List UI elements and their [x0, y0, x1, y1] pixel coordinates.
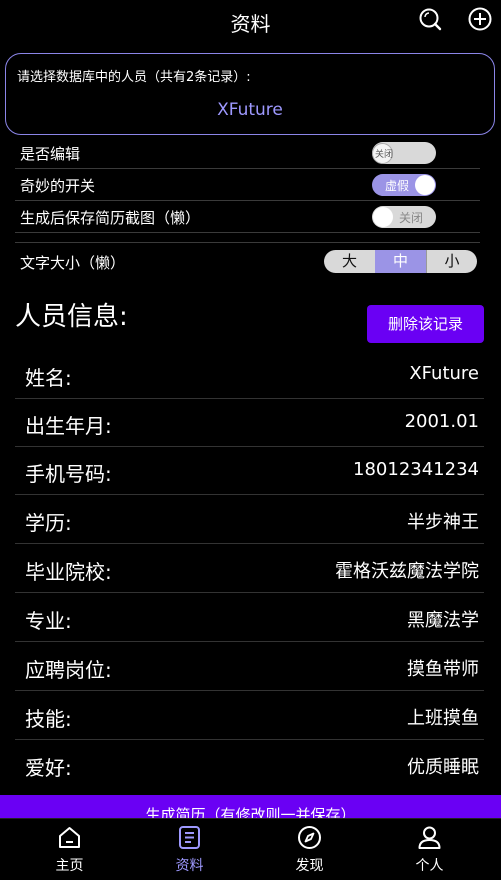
info-row-education: 学历: 半步神王: [15, 495, 484, 544]
info-value: 18012341234: [353, 459, 479, 480]
magic-toggle[interactable]: 虚假: [372, 174, 436, 196]
nav-label: 资料: [175, 858, 204, 874]
database-picker[interactable]: 请选择数据库中的人员（共有2条记录）: XFuture: [5, 53, 495, 135]
font-size-small[interactable]: 小: [426, 250, 477, 273]
toggle-text: 虚假: [385, 179, 410, 193]
toggle-knob: [415, 175, 435, 195]
info-row-birth: 出生年月: 2001.01: [15, 398, 484, 447]
info-key: 专业:: [25, 609, 72, 633]
font-size-segmented-control: 大 中 小: [324, 250, 477, 273]
nav-item-home[interactable]: 主页: [7, 819, 132, 880]
setting-row-save-screenshot: 生成后保存简历截图（懒） 关闭: [15, 201, 480, 233]
search-icon[interactable]: [417, 6, 443, 32]
info-key: 爱好:: [25, 756, 72, 780]
nav-item-discover[interactable]: 发现: [247, 819, 372, 880]
setting-row-edit: 是否编辑 关闭: [15, 137, 480, 169]
info-row-skills: 技能: 上班摸鱼: [15, 691, 484, 740]
header: 资料: [0, 0, 501, 46]
info-key: 出生年月:: [25, 414, 112, 438]
section-title: 人员信息:: [15, 302, 128, 332]
font-size-large[interactable]: 大: [324, 250, 375, 273]
info-row-major: 专业: 黑魔法学: [15, 593, 484, 642]
info-row-name: 姓名: XFuture: [15, 350, 484, 399]
info-key: 学历:: [25, 511, 72, 535]
info-value: 优质睡眠: [407, 757, 479, 778]
setting-label-save-screenshot: 生成后保存简历截图（懒）: [20, 209, 201, 227]
info-row-hobby: 爱好: 优质睡眠: [15, 740, 484, 789]
setting-label-magic: 奇妙的开关: [20, 177, 96, 195]
info-key: 毕业院校:: [25, 560, 112, 584]
setting-label-font-size: 文字大小（懒）: [20, 254, 126, 272]
font-size-medium[interactable]: 中: [375, 250, 426, 273]
bottom-nav: 主页 资料 发现 个人: [0, 818, 501, 879]
delete-record-button[interactable]: 删除该记录: [367, 305, 484, 343]
info-value: 黑魔法学: [407, 610, 479, 631]
info-key: 手机号码:: [25, 462, 112, 486]
nav-label: 发现: [295, 858, 324, 874]
document-icon: [179, 826, 200, 849]
info-value: 半步神王: [407, 512, 479, 533]
info-key: 姓名:: [25, 366, 72, 390]
plus-circle-icon[interactable]: [467, 6, 493, 32]
nav-label: 个人: [415, 858, 444, 874]
info-value: 摸鱼带师: [407, 659, 479, 680]
setting-row-magic: 奇妙的开关 虚假: [15, 169, 480, 201]
edit-toggle[interactable]: 关闭: [372, 142, 436, 164]
info-value: 上班摸鱼: [407, 708, 479, 729]
nav-item-personal[interactable]: 个人: [367, 819, 492, 880]
toggle-text: 关闭: [375, 150, 394, 160]
user-icon: [418, 826, 441, 849]
info-row-position: 应聘岗位: 摸鱼带师: [15, 642, 484, 691]
home-icon: [59, 827, 80, 848]
info-value: 霍格沃兹魔法学院: [335, 561, 479, 582]
setting-row-font-size: 文字大小（懒） 大 中 小: [15, 242, 480, 280]
toggle-knob: [373, 207, 393, 227]
info-value: 2001.01: [404, 411, 479, 432]
info-value: XFuture: [409, 363, 479, 384]
picker-selected-value[interactable]: XFuture: [6, 100, 494, 120]
info-row-school: 毕业院校: 霍格沃兹魔法学院: [15, 544, 484, 593]
info-row-phone: 手机号码: 18012341234: [15, 446, 484, 495]
setting-label-edit: 是否编辑: [20, 145, 81, 163]
save-screenshot-toggle[interactable]: 关闭: [372, 206, 436, 228]
toggle-text: 关闭: [399, 211, 424, 225]
picker-prompt: 请选择数据库中的人员（共有2条记录）:: [17, 70, 251, 85]
info-key: 技能:: [25, 707, 72, 731]
info-key: 应聘岗位:: [25, 658, 112, 682]
nav-item-profile-data[interactable]: 资料: [127, 819, 252, 880]
compass-icon: [298, 826, 321, 849]
nav-label: 主页: [55, 858, 84, 874]
